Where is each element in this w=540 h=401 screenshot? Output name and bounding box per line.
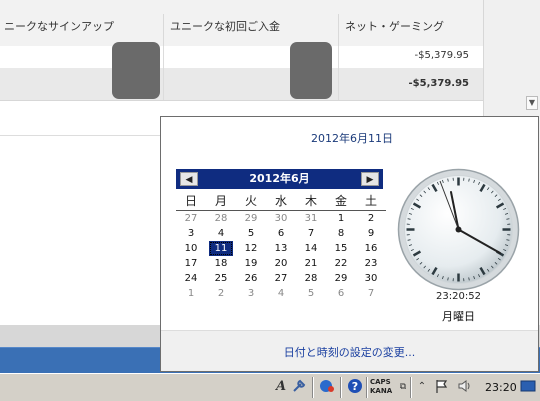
show-hidden-icon[interactable]: ⌃ <box>413 378 431 396</box>
calendar-day[interactable]: 5 <box>296 286 326 301</box>
column-divider <box>163 14 164 46</box>
calendar-day[interactable]: 14 <box>296 241 326 256</box>
calendar-day[interactable]: 10 <box>176 241 206 256</box>
desktop-icon[interactable] <box>519 378 537 396</box>
column-divider <box>338 46 339 100</box>
calendar-day[interactable]: 20 <box>266 256 296 271</box>
kana-label: KANA <box>370 387 392 396</box>
column-header-unique-signups[interactable]: ニークなサインアップ <box>0 0 163 46</box>
tray-divider <box>366 377 368 398</box>
calendar-day[interactable]: 4 <box>266 286 296 301</box>
calendar-day[interactable]: 4 <box>206 226 236 241</box>
tray-divider <box>312 377 314 398</box>
net-gaming-total: -$5,379.95 <box>409 78 469 89</box>
flag-icon[interactable] <box>433 378 451 396</box>
redacted-block <box>112 42 160 99</box>
calendar-day[interactable]: 24 <box>176 271 206 286</box>
weekday-header: 月 <box>206 192 236 211</box>
month-title[interactable]: 2012年6月 <box>176 169 383 189</box>
calendar-day[interactable]: 27 <box>266 271 296 286</box>
calendar-day[interactable]: 30 <box>356 271 386 286</box>
calendar-day[interactable]: 8 <box>326 226 356 241</box>
calendar-day[interactable]: 30 <box>266 211 296 226</box>
calendar-grid: 日月火水木金土272829303112345678910111213141516… <box>176 192 383 301</box>
volume-icon[interactable] <box>456 378 474 396</box>
app-icon[interactable] <box>318 378 336 396</box>
weekday-header: 木 <box>296 192 326 211</box>
calendar-day[interactable]: 7 <box>356 286 386 301</box>
tray-divider <box>340 377 342 398</box>
column-divider <box>338 14 339 46</box>
long-date-link[interactable]: 2012年6月11日 <box>161 130 540 146</box>
tray-divider <box>410 377 412 398</box>
calendar-header: ◀ 2012年6月 ▶ <box>176 169 383 189</box>
calendar-day[interactable]: 12 <box>236 241 266 256</box>
caps-kana-indicator: CAPS KANA <box>370 378 392 396</box>
calendar-day[interactable]: 2 <box>356 211 386 226</box>
date-time-popup: 2012年6月11日 ◀ 2012年6月 ▶ 日月火水木金土2728293031… <box>160 116 539 372</box>
calendar-day[interactable]: 13 <box>266 241 296 256</box>
next-month-button[interactable]: ▶ <box>361 172 379 186</box>
calendar-day[interactable]: 16 <box>356 241 386 256</box>
month-calendar: ◀ 2012年6月 ▶ 日月火水木金土272829303112345678910… <box>176 169 383 301</box>
redacted-block <box>290 42 332 99</box>
weekday-label: 月曜日 <box>396 308 521 324</box>
calendar-day[interactable]: 21 <box>296 256 326 271</box>
popup-footer: 日付と時刻の設定の変更... <box>161 330 538 371</box>
calendar-day[interactable]: 31 <box>296 211 326 226</box>
column-divider <box>163 46 164 100</box>
caps-label: CAPS <box>370 378 392 387</box>
calendar-day[interactable]: 15 <box>326 241 356 256</box>
calendar-day[interactable]: 18 <box>206 256 236 271</box>
weekday-header: 火 <box>236 192 266 211</box>
net-gaming-value: -$5,379.95 <box>414 50 469 61</box>
column-header-net-gaming[interactable]: ネット・ゲーミング <box>341 0 483 46</box>
table-header-row: ニークなサインアップ ユニークな初回ご入金 ネット・ゲーミング <box>0 0 483 47</box>
digital-time: 23:20:52 <box>396 291 521 302</box>
calendar-day[interactable]: 28 <box>206 211 236 226</box>
calendar-day[interactable]: 1 <box>176 286 206 301</box>
calendar-day[interactable]: 23 <box>356 256 386 271</box>
tools-icon[interactable] <box>290 378 308 396</box>
calendar-day[interactable]: 6 <box>266 226 296 241</box>
calendar-day[interactable]: 17 <box>176 256 206 271</box>
column-header-unique-first-deposits[interactable]: ユニークな初回ご入金 <box>166 0 338 46</box>
calendar-day[interactable]: 6 <box>326 286 356 301</box>
calendar-day[interactable]: 22 <box>326 256 356 271</box>
calendar-day[interactable]: 2 <box>206 286 236 301</box>
calendar-day[interactable]: 28 <box>296 271 326 286</box>
weekday-header: 日 <box>176 192 206 211</box>
calendar-day[interactable]: 19 <box>236 256 266 271</box>
calendar-day[interactable]: 25 <box>206 271 236 286</box>
table-row: -$5,379.95 <box>0 46 483 69</box>
weekday-header: 金 <box>326 192 356 211</box>
change-date-time-settings-link[interactable]: 日付と時刻の設定の変更... <box>161 344 538 360</box>
taskbar-clock[interactable]: 23:20 <box>485 381 517 394</box>
table-divider <box>0 135 160 136</box>
taskbar: A ? CAPS KANA ⧉ ⌃ 23:20 <box>0 373 540 401</box>
calendar-day[interactable]: 7 <box>296 226 326 241</box>
calendar-day[interactable]: 27 <box>176 211 206 226</box>
help-icon[interactable]: ? <box>346 378 364 396</box>
svg-text:?: ? <box>352 380 358 393</box>
scroll-arrow-icon[interactable]: ▼ <box>526 96 538 110</box>
calendar-day[interactable]: 3 <box>236 286 266 301</box>
calendar-day[interactable]: 26 <box>236 271 266 286</box>
calendar-day[interactable]: 9 <box>356 226 386 241</box>
calendar-day[interactable]: 29 <box>326 271 356 286</box>
calendar-day[interactable]: 3 <box>176 226 206 241</box>
calendar-day[interactable]: 29 <box>236 211 266 226</box>
calendar-day[interactable]: 1 <box>326 211 356 226</box>
ime-icon[interactable]: A <box>272 378 290 396</box>
weekday-header: 土 <box>356 192 386 211</box>
calendar-day[interactable]: 11 <box>209 241 233 256</box>
calendar-day[interactable]: 5 <box>236 226 266 241</box>
weekday-header: 水 <box>266 192 296 211</box>
analog-clock-icon <box>396 167 521 292</box>
table-total-row: -$5,379.95 <box>0 68 483 101</box>
